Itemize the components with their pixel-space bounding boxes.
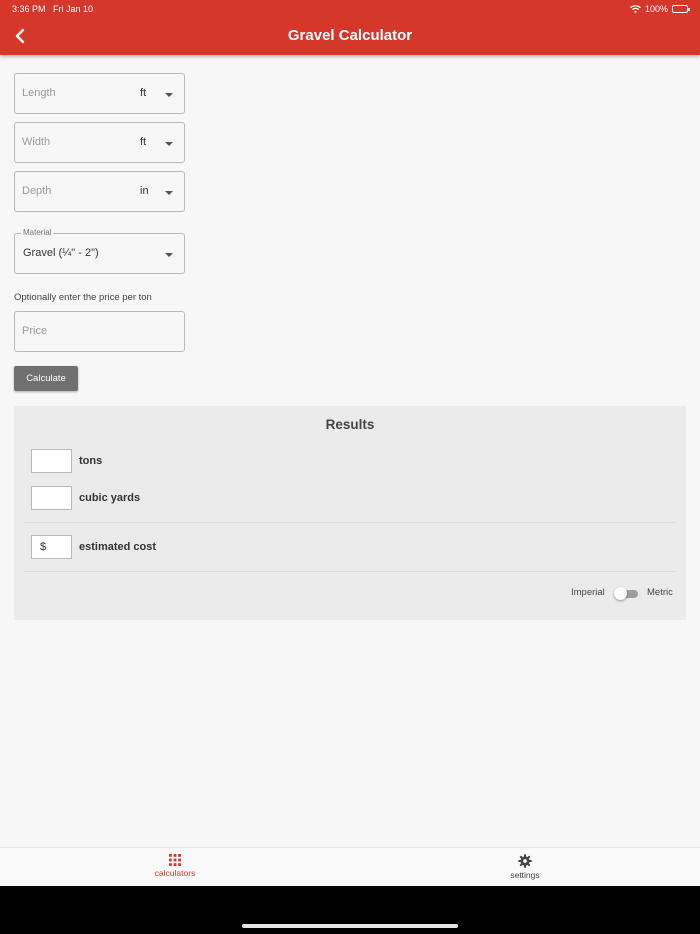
chevron-down-icon[interactable] (165, 253, 173, 257)
cubic-yards-value (31, 486, 72, 510)
length-unit-select[interactable]: ft (140, 87, 146, 99)
material-label: Material (21, 228, 54, 237)
home-indicator-area (0, 886, 700, 934)
estimated-cost-value: $ (31, 535, 72, 559)
price-field[interactable]: Price (14, 311, 185, 352)
home-indicator[interactable] (242, 924, 458, 928)
wifi-icon (630, 5, 641, 13)
grid-icon (169, 854, 181, 866)
price-hint: Optionally enter the price per ton (14, 292, 152, 303)
nav-calculators[interactable]: calculators (115, 854, 235, 878)
length-field[interactable]: Length ft (14, 73, 185, 114)
nav-settings-label: settings (510, 870, 540, 880)
status-indicators: 100% (630, 4, 690, 14)
gear-icon (518, 854, 532, 868)
status-date: Fri Jan 10 (53, 4, 94, 14)
width-unit-select[interactable]: ft (140, 136, 146, 148)
imperial-label: Imperial (571, 587, 605, 598)
results-title: Results (325, 417, 375, 432)
page-title: Gravel Calculator (287, 27, 413, 44)
chevron-down-icon[interactable] (165, 191, 173, 195)
status-clock: 3:36 PM (12, 4, 46, 14)
tons-label: tons (79, 455, 103, 467)
chevron-down-icon[interactable] (165, 93, 173, 97)
results-panel: Results tons cubic yards $ estimated cos… (14, 406, 686, 620)
battery-percent: 100% (644, 4, 668, 14)
divider (24, 571, 676, 572)
tons-value (31, 449, 72, 473)
status-time: 3:36 PM Fri Jan 10 (12, 4, 93, 14)
calculate-button[interactable]: Calculate (14, 366, 78, 391)
depth-unit-select[interactable]: in (140, 185, 149, 197)
depth-field[interactable]: Depth in (14, 171, 185, 212)
metric-label: Metric (647, 587, 673, 598)
app-header: 3:36 PM Fri Jan 10 100% Gravel Calculato… (0, 0, 700, 55)
toggle-knob[interactable] (614, 587, 627, 600)
width-placeholder: Width (22, 136, 51, 148)
chevron-down-icon[interactable] (165, 142, 173, 146)
width-field[interactable]: Width ft (14, 122, 185, 163)
nav-calculators-label: calculators (154, 868, 196, 878)
divider (24, 522, 676, 523)
material-value: Gravel (¼" - 2") (23, 247, 99, 259)
unit-system-toggle[interactable] (614, 587, 638, 600)
bottom-nav: calculators settings (0, 847, 700, 886)
cubic-yards-label: cubic yards (79, 492, 141, 504)
battery-icon (672, 5, 690, 13)
price-placeholder: Price (22, 325, 48, 337)
depth-placeholder: Depth (22, 185, 52, 197)
length-placeholder: Length (22, 87, 56, 99)
nav-settings[interactable]: settings (465, 854, 585, 880)
material-select[interactable]: Material Gravel (¼" - 2") (14, 228, 185, 274)
estimated-cost-label: estimated cost (79, 541, 157, 553)
